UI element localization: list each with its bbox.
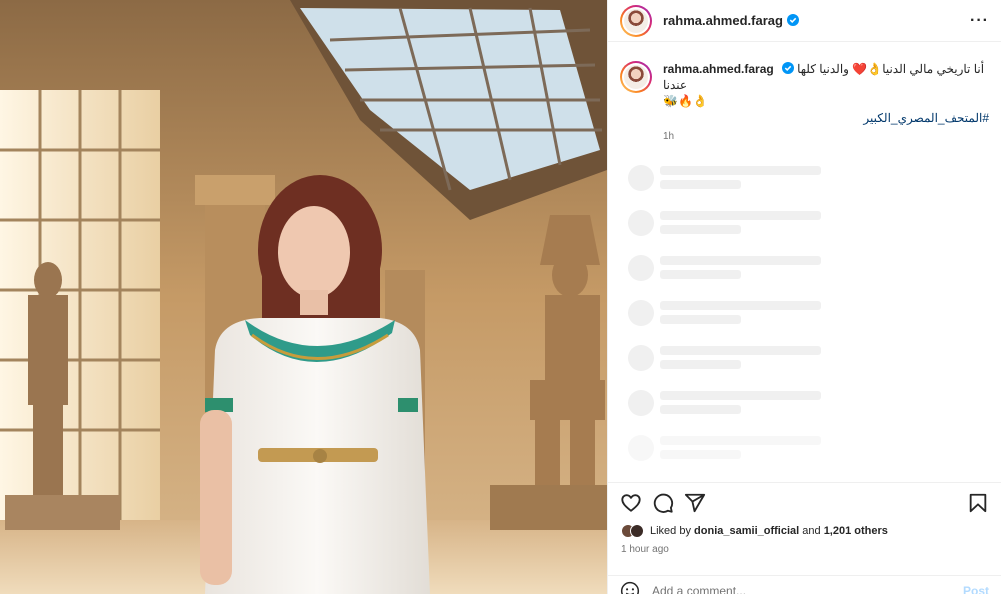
post-side-panel: rahma.ahmed.farag ··· rahma.ahmed.farag …	[607, 0, 1001, 594]
comment-skeleton	[628, 290, 848, 335]
post-header: rahma.ahmed.farag ···	[608, 0, 1001, 42]
caption-emoji: 🐝🔥👌	[663, 94, 708, 108]
comment-input[interactable]	[652, 583, 963, 594]
comment-skeleton	[628, 245, 848, 290]
comment-skeleton	[628, 380, 848, 425]
liker-avatar[interactable]	[630, 524, 644, 538]
more-options-icon[interactable]: ···	[970, 12, 989, 30]
action-bar	[608, 482, 1001, 522]
caption: rahma.ahmed.farag أنا تاريخي مالي الدنيا…	[608, 42, 1001, 142]
share-icon[interactable]	[684, 492, 706, 514]
comment-skeleton	[628, 200, 848, 245]
comment-box: Post	[608, 575, 1001, 594]
comment-skeleton	[628, 425, 848, 470]
likes-count[interactable]: 1,201 others	[824, 525, 888, 537]
heart-icon[interactable]	[620, 492, 642, 514]
liked-by-prefix: Liked by	[650, 525, 691, 537]
liked-by-user[interactable]: donia_samii_official	[694, 525, 799, 537]
comment-icon[interactable]	[652, 492, 674, 514]
caption-time: 1h	[663, 131, 675, 142]
emoji-icon[interactable]	[620, 581, 640, 594]
header-username[interactable]: rahma.ahmed.farag	[663, 13, 799, 28]
hashtag-link[interactable]: #المتحف_المصري_الكبير	[663, 111, 989, 125]
likes-row: Liked by donia_samii_official and 1,201 …	[621, 524, 888, 538]
caption-line: rahma.ahmed.farag أنا تاريخي مالي الدنيا…	[663, 61, 989, 93]
liked-by-and: and	[802, 525, 821, 537]
museum-photo	[0, 0, 607, 594]
comment-skeleton	[628, 155, 848, 200]
bookmark-icon[interactable]	[967, 492, 989, 514]
caption-username[interactable]: rahma.ahmed.farag	[663, 62, 774, 76]
post-timestamp[interactable]: 1 hour ago	[621, 544, 669, 555]
verified-badge-icon	[781, 62, 794, 74]
caption-body: rahma.ahmed.farag أنا تاريخي مالي الدنيا…	[663, 61, 989, 142]
verified-badge-icon	[786, 14, 799, 26]
caption-avatar[interactable]	[620, 61, 652, 93]
header-username-text[interactable]: rahma.ahmed.farag	[663, 13, 783, 28]
avatar[interactable]	[620, 4, 652, 37]
post-image[interactable]	[0, 0, 607, 594]
comment-skeleton	[628, 335, 848, 380]
post-comment-button[interactable]: Post	[963, 584, 989, 594]
comments-loading	[628, 155, 848, 470]
